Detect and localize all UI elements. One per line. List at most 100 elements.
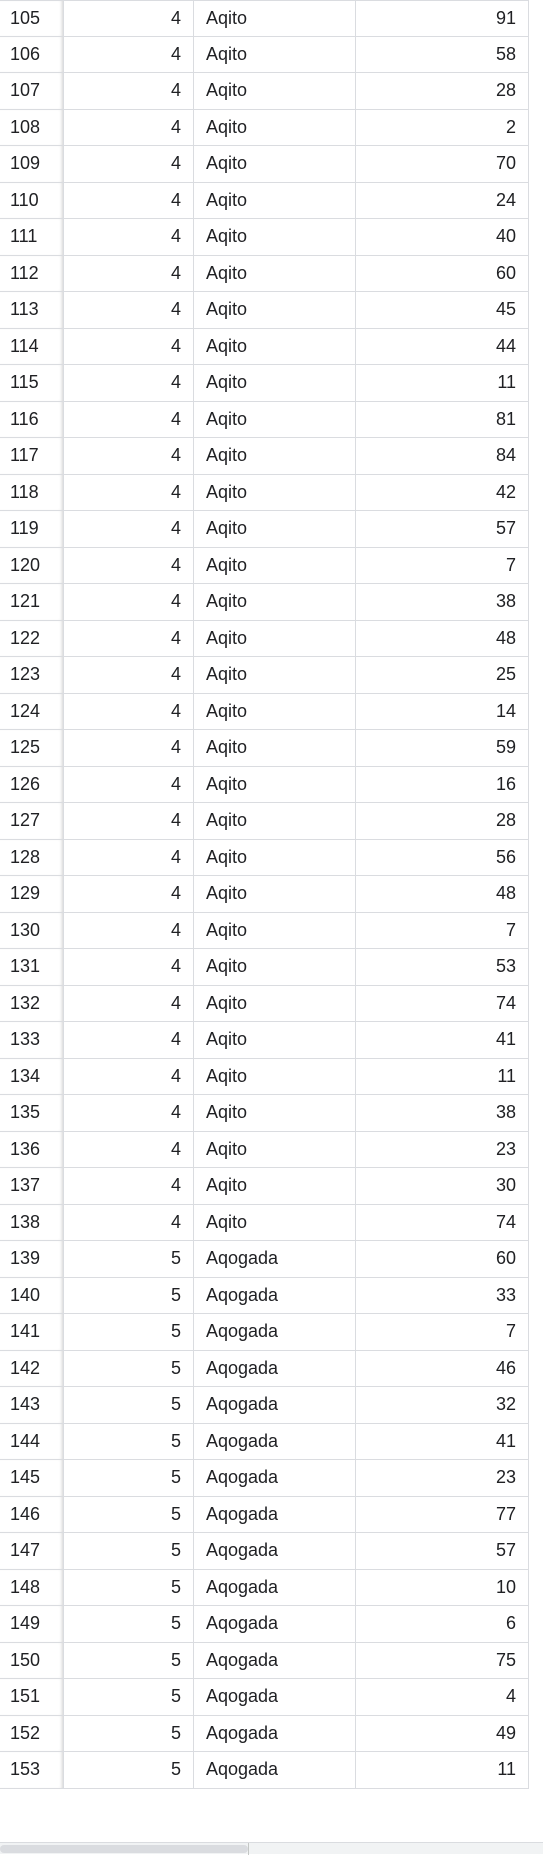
- value-cell[interactable]: 53: [356, 949, 529, 985]
- name-cell[interactable]: Aqito: [194, 511, 356, 547]
- value-cell[interactable]: 56: [356, 839, 529, 875]
- name-cell[interactable]: Aqogada: [194, 1642, 356, 1678]
- value-cell[interactable]: 30: [356, 1168, 529, 1204]
- name-cell[interactable]: Aqito: [194, 401, 356, 437]
- name-cell[interactable]: Aqito: [194, 693, 356, 729]
- value-cell[interactable]: 16: [356, 766, 529, 802]
- group-cell[interactable]: 5: [64, 1606, 194, 1642]
- group-cell[interactable]: 5: [64, 1387, 194, 1423]
- row-number-cell[interactable]: 135: [0, 1095, 64, 1131]
- row-number-cell[interactable]: 150: [0, 1642, 64, 1678]
- name-cell[interactable]: Aqito: [194, 438, 356, 474]
- name-cell[interactable]: Aqito: [194, 1, 356, 36]
- name-cell[interactable]: Aqito: [194, 182, 356, 218]
- group-cell[interactable]: 4: [64, 1022, 194, 1058]
- group-cell[interactable]: 4: [64, 109, 194, 145]
- group-cell[interactable]: 5: [64, 1533, 194, 1569]
- value-cell[interactable]: 81: [356, 401, 529, 437]
- value-cell[interactable]: 45: [356, 292, 529, 328]
- group-cell[interactable]: 5: [64, 1496, 194, 1532]
- row-number-cell[interactable]: 114: [0, 328, 64, 364]
- row-number-cell[interactable]: 118: [0, 474, 64, 510]
- row-number-cell[interactable]: 141: [0, 1314, 64, 1350]
- name-cell[interactable]: Aqogada: [194, 1679, 356, 1715]
- group-cell[interactable]: 4: [64, 949, 194, 985]
- name-cell[interactable]: Aqito: [194, 73, 356, 109]
- value-cell[interactable]: 57: [356, 1533, 529, 1569]
- row-number-cell[interactable]: 146: [0, 1496, 64, 1532]
- value-cell[interactable]: 58: [356, 36, 529, 72]
- value-cell[interactable]: 48: [356, 876, 529, 912]
- row-number-cell[interactable]: 138: [0, 1204, 64, 1240]
- value-cell[interactable]: 41: [356, 1423, 529, 1459]
- group-cell[interactable]: 4: [64, 693, 194, 729]
- group-cell[interactable]: 5: [64, 1715, 194, 1751]
- name-cell[interactable]: Aqito: [194, 584, 356, 620]
- value-cell[interactable]: 75: [356, 1642, 529, 1678]
- name-cell[interactable]: Aqito: [194, 146, 356, 182]
- name-cell[interactable]: Aqogada: [194, 1606, 356, 1642]
- value-cell[interactable]: 6: [356, 1606, 529, 1642]
- group-cell[interactable]: 4: [64, 876, 194, 912]
- group-cell[interactable]: 5: [64, 1679, 194, 1715]
- name-cell[interactable]: Aqogada: [194, 1350, 356, 1386]
- value-cell[interactable]: 28: [356, 73, 529, 109]
- value-cell[interactable]: 70: [356, 146, 529, 182]
- group-cell[interactable]: 5: [64, 1642, 194, 1678]
- group-cell[interactable]: 4: [64, 365, 194, 401]
- row-number-cell[interactable]: 127: [0, 803, 64, 839]
- value-cell[interactable]: 38: [356, 584, 529, 620]
- value-cell[interactable]: 2: [356, 109, 529, 145]
- name-cell[interactable]: Aqito: [194, 839, 356, 875]
- group-cell[interactable]: 4: [64, 219, 194, 255]
- group-cell[interactable]: 4: [64, 839, 194, 875]
- row-number-cell[interactable]: 145: [0, 1460, 64, 1496]
- value-cell[interactable]: 38: [356, 1095, 529, 1131]
- group-cell[interactable]: 5: [64, 1314, 194, 1350]
- name-cell[interactable]: Aqito: [194, 985, 356, 1021]
- name-cell[interactable]: Aqogada: [194, 1387, 356, 1423]
- name-cell[interactable]: Aqito: [194, 1095, 356, 1131]
- value-cell[interactable]: 33: [356, 1277, 529, 1313]
- row-number-cell[interactable]: 125: [0, 730, 64, 766]
- row-number-cell[interactable]: 128: [0, 839, 64, 875]
- value-cell[interactable]: 59: [356, 730, 529, 766]
- name-cell[interactable]: Aqogada: [194, 1752, 356, 1788]
- row-number-cell[interactable]: 143: [0, 1387, 64, 1423]
- group-cell[interactable]: 5: [64, 1569, 194, 1605]
- horizontal-scrollbar[interactable]: [0, 1842, 543, 1855]
- value-cell[interactable]: 46: [356, 1350, 529, 1386]
- name-cell[interactable]: Aqito: [194, 657, 356, 693]
- row-number-cell[interactable]: 147: [0, 1533, 64, 1569]
- name-cell[interactable]: Aqito: [194, 1022, 356, 1058]
- name-cell[interactable]: Aqogada: [194, 1533, 356, 1569]
- name-cell[interactable]: Aqito: [194, 803, 356, 839]
- value-cell[interactable]: 4: [356, 1679, 529, 1715]
- value-cell[interactable]: 91: [356, 1, 529, 36]
- value-cell[interactable]: 57: [356, 511, 529, 547]
- group-cell[interactable]: 4: [64, 657, 194, 693]
- group-cell[interactable]: 4: [64, 511, 194, 547]
- group-cell[interactable]: 4: [64, 182, 194, 218]
- group-cell[interactable]: 5: [64, 1752, 194, 1788]
- value-cell[interactable]: 28: [356, 803, 529, 839]
- row-number-cell[interactable]: 153: [0, 1752, 64, 1788]
- name-cell[interactable]: Aqogada: [194, 1460, 356, 1496]
- value-cell[interactable]: 25: [356, 657, 529, 693]
- row-number-cell[interactable]: 116: [0, 401, 64, 437]
- value-cell[interactable]: 14: [356, 693, 529, 729]
- value-cell[interactable]: 23: [356, 1131, 529, 1167]
- group-cell[interactable]: 5: [64, 1350, 194, 1386]
- name-cell[interactable]: Aqito: [194, 620, 356, 656]
- row-number-cell[interactable]: 106: [0, 36, 64, 72]
- value-cell[interactable]: 7: [356, 1314, 529, 1350]
- name-cell[interactable]: Aqogada: [194, 1423, 356, 1459]
- row-number-cell[interactable]: 117: [0, 438, 64, 474]
- name-cell[interactable]: Aqito: [194, 949, 356, 985]
- group-cell[interactable]: 4: [64, 985, 194, 1021]
- name-cell[interactable]: Aqito: [194, 36, 356, 72]
- group-cell[interactable]: 4: [64, 146, 194, 182]
- value-cell[interactable]: 23: [356, 1460, 529, 1496]
- row-number-cell[interactable]: 134: [0, 1058, 64, 1094]
- row-number-cell[interactable]: 124: [0, 693, 64, 729]
